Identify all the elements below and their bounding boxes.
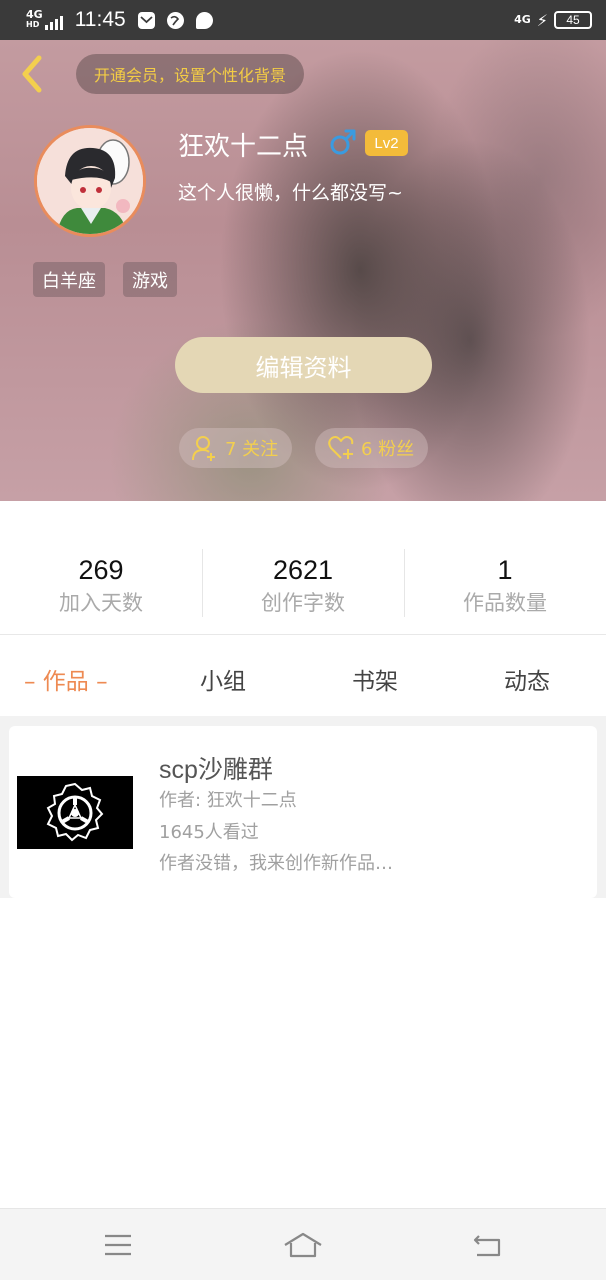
- scp-logo-icon: [46, 782, 104, 841]
- tab-groups[interactable]: 小组: [200, 662, 246, 696]
- username: 狂欢十二点: [178, 132, 309, 162]
- menu-button[interactable]: [98, 1227, 138, 1263]
- profile-header: 开通会员，设置个性化背景 狂欢十二点 Lv2 这个人很懒，什么都没写~ 白羊座 …: [0, 40, 606, 501]
- tag-zodiac: 白羊座: [33, 262, 105, 297]
- followers-button[interactable]: 6 粉丝: [315, 428, 429, 468]
- stat-value: 1: [497, 555, 513, 585]
- stat-word-count[interactable]: 2621 创作字数: [202, 501, 404, 634]
- vip-promo-button[interactable]: 开通会员，设置个性化背景: [76, 54, 305, 94]
- edit-profile-button[interactable]: 编辑资料: [175, 337, 432, 393]
- tab-activity[interactable]: 动态: [504, 662, 550, 696]
- mail-icon: [137, 11, 155, 29]
- battery-level: 45: [566, 13, 580, 27]
- stat-label: 创作字数: [261, 591, 345, 615]
- tag-interest: 游戏: [123, 262, 177, 297]
- battery-icon: 45: [554, 11, 592, 29]
- following-label: 7 关注: [225, 439, 279, 460]
- profile-tabs: – 作品 – 小组 书架 动态: [0, 636, 606, 716]
- avatar[interactable]: [34, 125, 146, 237]
- system-nav-bar: [0, 1208, 606, 1280]
- work-title: scp沙雕群: [159, 756, 273, 784]
- menu-icon: [105, 1234, 131, 1256]
- back-button[interactable]: [16, 54, 48, 94]
- chevron-left-icon: [22, 55, 42, 93]
- chat-icon: [195, 11, 213, 29]
- home-button[interactable]: [283, 1227, 323, 1263]
- status-bar: 4G HD 11:45 4G ⚡ 45: [0, 0, 606, 40]
- status-time: 11:45: [74, 8, 126, 31]
- network-label: 4G: [26, 8, 43, 21]
- work-cover: [17, 776, 133, 849]
- work-card[interactable]: scp沙雕群 作者: 狂欢十二点 1645人看过 作者没错，我来创作新作品…: [9, 726, 597, 898]
- stat-label: 作品数量: [463, 591, 547, 615]
- heart-plus-icon: [328, 436, 354, 459]
- network-indicator: 4G HD: [26, 8, 63, 30]
- network-type: 4G HD: [26, 8, 43, 30]
- works-list: scp沙雕群 作者: 狂欢十二点 1645人看过 作者没错，我来创作新作品…: [0, 716, 606, 898]
- home-icon: [284, 1232, 322, 1258]
- browser-icon: [166, 11, 184, 29]
- followers-label: 6 粉丝: [361, 439, 415, 460]
- profile-signature: 这个人很懒，什么都没写~: [178, 182, 403, 204]
- level-badge: Lv2: [365, 130, 408, 156]
- tab-bookshelf[interactable]: 书架: [352, 662, 398, 696]
- right-network-label: 4G: [514, 13, 531, 26]
- tab-works[interactable]: – 作品 –: [24, 662, 108, 696]
- stat-label: 加入天数: [59, 591, 143, 615]
- back-nav-button[interactable]: [467, 1227, 507, 1263]
- stat-works-count[interactable]: 1 作品数量: [404, 501, 606, 634]
- signal-icon: [44, 16, 63, 30]
- stat-value: 269: [78, 555, 124, 585]
- following-button[interactable]: 7 关注: [179, 428, 293, 468]
- charging-icon: ⚡: [536, 10, 548, 30]
- work-views: 1645人看过: [159, 822, 259, 843]
- return-icon: [473, 1235, 501, 1257]
- add-user-icon: [192, 436, 215, 461]
- stat-days-joined[interactable]: 269 加入天数: [0, 501, 202, 634]
- work-author: 作者: 狂欢十二点: [159, 790, 297, 811]
- male-gender-icon: [330, 128, 356, 160]
- network-sub-label: HD: [26, 20, 40, 29]
- work-description: 作者没错，我来创作新作品…: [159, 853, 393, 874]
- profile-stats: 269 加入天数 2621 创作字数 1 作品数量: [0, 501, 606, 635]
- stat-value: 2621: [272, 555, 334, 585]
